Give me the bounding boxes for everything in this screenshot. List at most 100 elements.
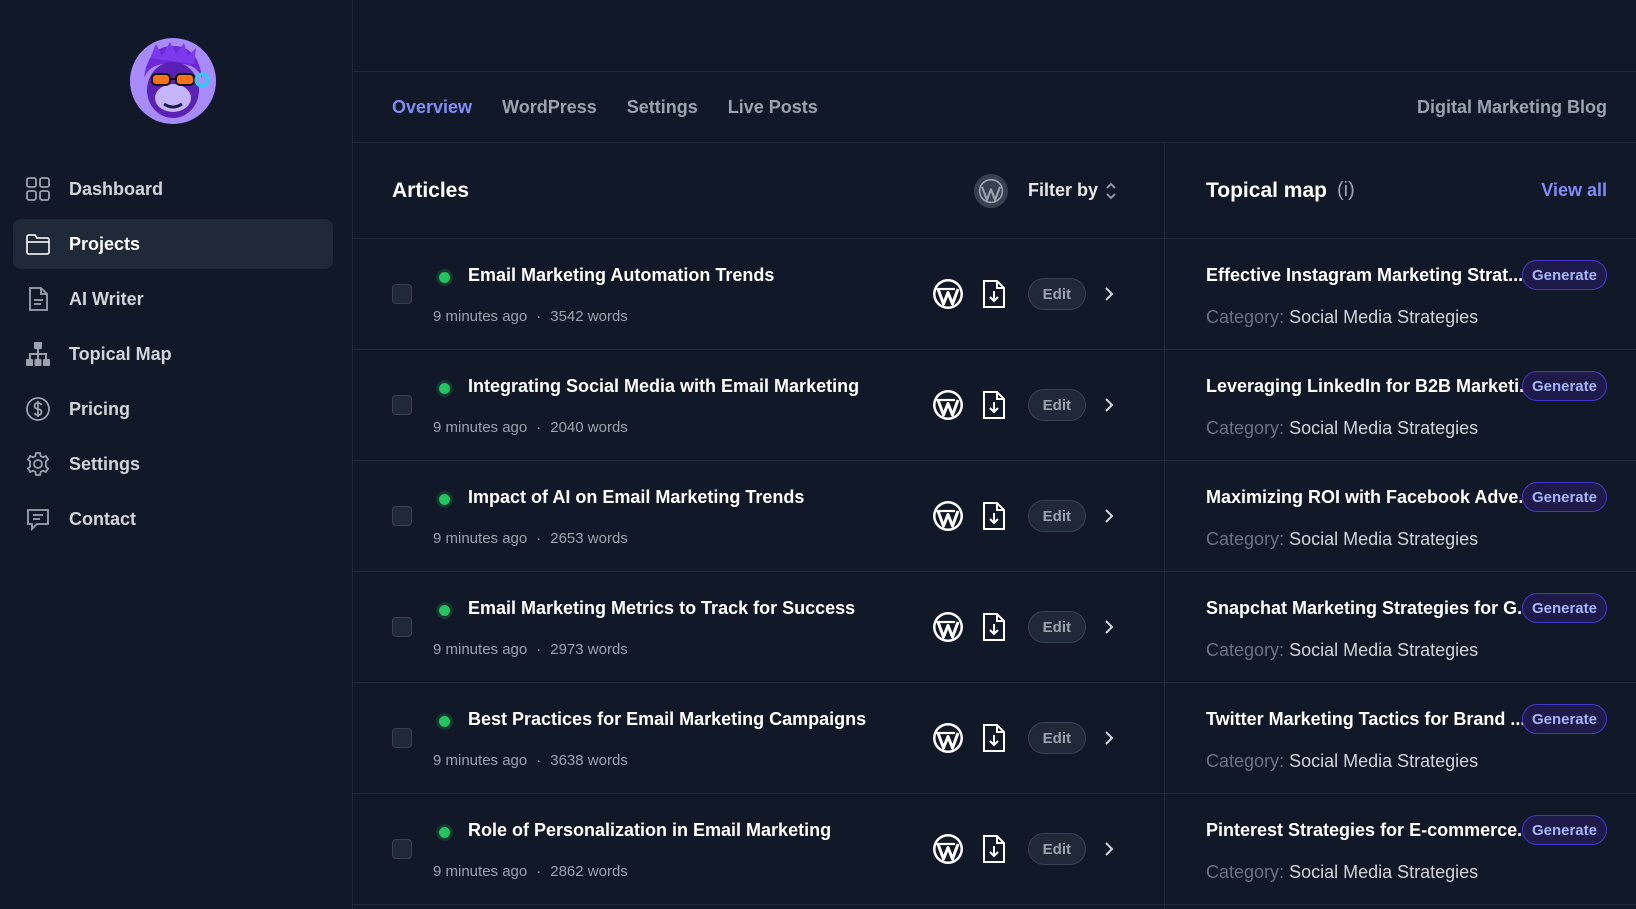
status-dot [439,826,450,838]
sidebar-item-label: Dashboard [69,178,164,199]
chevron-right-icon[interactable] [1100,618,1118,636]
monkey-logo-icon [130,38,216,124]
topic-row: Maximizing ROI with Facebook Adve... Cat… [1165,461,1636,572]
generate-button[interactable]: Generate [1521,260,1607,290]
edit-button[interactable]: Edit [1027,500,1086,532]
article-checkbox[interactable] [392,728,412,748]
article-list: Email Marketing Automation Trends 9 minu… [353,239,1164,905]
category-label: Category: [1206,528,1285,549]
category-label: Category: [1206,417,1285,438]
article-title[interactable]: Role of Personalization in Email Marketi… [468,820,831,841]
article-checkbox[interactable] [392,839,412,859]
info-icon[interactable]: (i) [1337,179,1355,202]
chevron-right-icon[interactable] [1100,285,1118,303]
generate-button[interactable]: Generate [1521,482,1607,512]
generate-button[interactable]: Generate [1521,704,1607,734]
gear-icon [25,451,51,477]
category-value: Social Media Strategies [1289,528,1479,549]
topic-row: Pinterest Strategies for E-commerce... C… [1165,794,1636,905]
view-all-link[interactable]: View all [1541,180,1607,201]
article-title[interactable]: Email Marketing Automation Trends [468,265,774,286]
generate-label: Generate [1531,377,1597,395]
topic-category: Category: Social Media Strategies [1206,529,1478,550]
topic-title: Snapchat Marketing Strategies for G... [1206,597,1533,618]
sidebar-item-topical-map[interactable]: Topical Map [13,329,333,379]
app-logo[interactable] [130,38,216,124]
wordpress-icon[interactable] [932,278,964,310]
topic-title: Twitter Marketing Tactics for Brand ... [1206,708,1526,729]
filter-by-button[interactable]: Filter by [1028,180,1118,201]
sidebar-item-label: Pricing [69,398,131,419]
wordpress-icon[interactable] [932,500,964,532]
meta-separator: · [536,640,542,658]
edit-button[interactable]: Edit [1027,278,1086,310]
article-actions: Edit [932,500,1164,532]
article-info: Integrating Social Media with Email Mark… [433,350,932,461]
status-dot [439,715,450,727]
sidebar: Dashboard Projects AI Writer Topical Map… [0,0,353,909]
sidebar-item-contact[interactable]: Contact [13,494,333,544]
sidebar-item-label: Settings [69,453,141,474]
download-document-icon[interactable] [980,501,1008,531]
article-title[interactable]: Email Marketing Metrics to Track for Suc… [468,598,855,619]
meta-separator: · [536,307,542,325]
download-document-icon[interactable] [980,390,1008,420]
wordpress-filter-icon[interactable] [973,173,1008,208]
tab-wordpress[interactable]: WordPress [502,97,597,118]
chevron-right-icon[interactable] [1100,729,1118,747]
article-checkbox[interactable] [392,617,412,637]
wordpress-icon[interactable] [932,722,964,754]
download-document-icon[interactable] [980,834,1008,864]
status-dot [439,604,450,616]
edit-button[interactable]: Edit [1027,611,1086,643]
article-title[interactable]: Best Practices for Email Marketing Campa… [468,709,866,730]
sidebar-item-ai-writer[interactable]: AI Writer [13,274,333,324]
articles-panel: Articles Filter by Email Marketing Autom… [353,143,1165,909]
topical-map-title: Topical map [1206,178,1327,202]
sidebar-item-dashboard[interactable]: Dashboard [13,164,333,214]
topic-title: Effective Instagram Marketing Strat... [1206,264,1524,285]
topical-map-panel: Topical map (i) View all Effective Insta… [1165,143,1636,909]
download-document-icon[interactable] [980,612,1008,642]
article-time: 9 minutes ago [433,529,528,547]
status-dot [439,382,450,394]
edit-button[interactable]: Edit [1027,389,1086,421]
generate-button[interactable]: Generate [1521,371,1607,401]
sidebar-item-pricing[interactable]: Pricing [13,384,333,434]
topic-info: Twitter Marketing Tactics for Brand ... … [1206,683,1607,794]
article-meta: 9 minutes ago · 2973 words [433,641,628,658]
article-actions: Edit [932,278,1164,310]
edit-label: Edit [1042,618,1071,636]
sidebar-item-projects[interactable]: Projects [13,219,333,269]
edit-button[interactable]: Edit [1027,722,1086,754]
category-value: Social Media Strategies [1289,417,1479,438]
chevron-right-icon[interactable] [1100,396,1118,414]
generate-button[interactable]: Generate [1521,593,1607,623]
article-checkbox[interactable] [392,506,412,526]
article-checkbox[interactable] [392,284,412,304]
wordpress-icon[interactable] [932,833,964,865]
tab-live-posts[interactable]: Live Posts [728,97,818,118]
category-label: Category: [1206,750,1285,771]
download-document-icon[interactable] [980,723,1008,753]
generate-label: Generate [1531,599,1597,617]
wordpress-icon[interactable] [932,389,964,421]
generate-button[interactable]: Generate [1521,815,1607,845]
article-title[interactable]: Impact of AI on Email Marketing Trends [468,487,804,508]
article-info: Impact of AI on Email Marketing Trends 9… [433,461,932,572]
sidebar-item-settings[interactable]: Settings [13,439,333,489]
tab-overview[interactable]: Overview [392,97,472,118]
tab-settings[interactable]: Settings [627,97,698,118]
edit-button[interactable]: Edit [1027,833,1086,865]
topic-info: Leveraging LinkedIn for B2B Marketi... C… [1206,350,1607,461]
article-word-count: 2653 words [550,529,628,547]
chevron-right-icon[interactable] [1100,507,1118,525]
article-checkbox[interactable] [392,395,412,415]
article-title[interactable]: Integrating Social Media with Email Mark… [468,376,859,397]
wordpress-icon[interactable] [932,611,964,643]
article-info: Best Practices for Email Marketing Campa… [433,683,932,794]
download-document-icon[interactable] [980,279,1008,309]
category-value: Social Media Strategies [1289,861,1479,882]
chevron-right-icon[interactable] [1100,840,1118,858]
topic-info: Maximizing ROI with Facebook Adve... Cat… [1206,461,1607,572]
